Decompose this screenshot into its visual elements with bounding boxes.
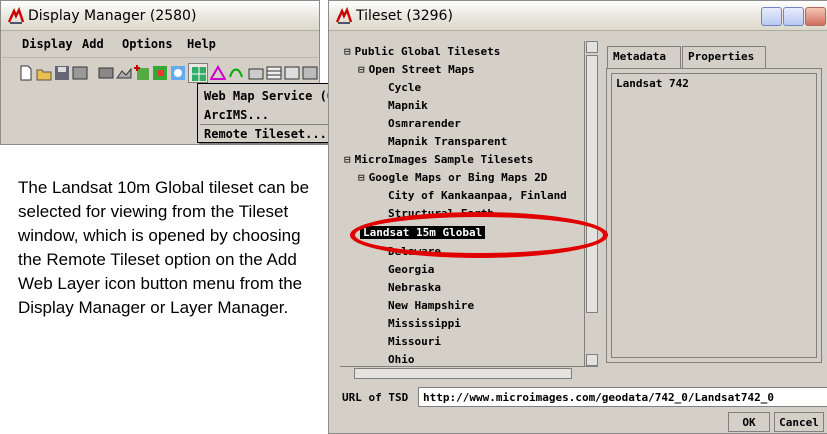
tileset-titlebar[interactable]: Tileset (3296) bbox=[329, 1, 827, 31]
save-icon[interactable] bbox=[54, 65, 70, 81]
add-table-icon[interactable] bbox=[266, 65, 282, 81]
cancel-button[interactable]: Cancel bbox=[774, 412, 824, 432]
collapse-icon[interactable]: ⊟ bbox=[358, 171, 365, 184]
tree-node-mapnik-transparent[interactable]: Mapnik Transparent bbox=[388, 135, 507, 148]
tree-horizontal-scrollbar[interactable] bbox=[340, 366, 598, 380]
tree-node-new-hampshire[interactable]: New Hampshire bbox=[388, 299, 474, 312]
tab-properties[interactable]: Properties bbox=[682, 46, 766, 68]
tree-node-osmrarender[interactable]: Osmrarender bbox=[388, 117, 461, 130]
tree-vertical-scrollbar[interactable] bbox=[584, 41, 598, 368]
add-vector-icon[interactable] bbox=[210, 65, 226, 81]
menu-help[interactable]: Help bbox=[187, 37, 216, 51]
more-tools-icon[interactable] bbox=[302, 65, 318, 81]
add-text-icon[interactable] bbox=[248, 65, 264, 81]
add-raster-icon[interactable] bbox=[134, 65, 150, 81]
menu-display[interactable]: Display bbox=[22, 37, 73, 51]
3d-view-icon[interactable] bbox=[116, 65, 132, 81]
menu-bar: Display Add Options Help bbox=[2, 32, 318, 58]
tree-node-missouri[interactable]: Missouri bbox=[388, 335, 441, 348]
url-label: URL of TSD bbox=[342, 391, 409, 404]
tree-node-open-street-maps[interactable]: ⊟ Open Street Maps bbox=[358, 63, 475, 76]
window-title: Tileset (3296) bbox=[356, 8, 453, 24]
collapse-icon[interactable]: ⊟ bbox=[358, 63, 365, 76]
add-web-layer-button-pressed[interactable] bbox=[188, 63, 208, 83]
tree-node-nebraska[interactable]: Nebraska bbox=[388, 281, 441, 294]
maximize-button[interactable] bbox=[783, 7, 804, 26]
metadata-field[interactable]: Landsat 742 bbox=[611, 73, 817, 358]
add-web-layer-icon[interactable] bbox=[170, 65, 186, 81]
add-legend-icon[interactable] bbox=[284, 65, 300, 81]
tree-node-mississippi[interactable]: Mississippi bbox=[388, 317, 461, 330]
scroll-thumb[interactable] bbox=[586, 55, 598, 313]
close-button[interactable] bbox=[805, 7, 826, 26]
description-text: The Landsat 10m Global tileset can be se… bbox=[18, 178, 310, 317]
minimize-button[interactable] bbox=[761, 7, 782, 26]
menu-item-remote-tileset[interactable]: Remote Tileset... bbox=[204, 127, 327, 141]
tree-node-microimages-sample-tilesets[interactable]: ⊟ MicroImages Sample Tilesets bbox=[344, 153, 533, 166]
tree-node-google-maps-or-bing-maps-2d[interactable]: ⊟ Google Maps or Bing Maps 2D bbox=[358, 171, 547, 184]
microimages-logo-icon bbox=[7, 7, 25, 24]
menu-add[interactable]: Add bbox=[82, 37, 104, 51]
menu-item-arcims[interactable]: ArcIMS... bbox=[204, 108, 269, 122]
ok-button[interactable]: OK bbox=[728, 412, 770, 432]
url-input[interactable]: http://www.microimages.com/geodata/742_0… bbox=[418, 387, 827, 407]
scroll-up-arrow-icon[interactable] bbox=[586, 41, 598, 53]
open-folder-icon[interactable] bbox=[36, 65, 52, 81]
metadata-value: Landsat 742 bbox=[616, 77, 689, 90]
group-icon[interactable] bbox=[98, 65, 114, 81]
highlight-ellipse bbox=[350, 212, 608, 258]
metadata-panel: Landsat 742 bbox=[606, 68, 822, 363]
display-manager-window: Display Manager (2580) Display Add Optio… bbox=[0, 0, 377, 145]
add-shape-icon[interactable] bbox=[228, 65, 244, 81]
tree-node-georgia[interactable]: Georgia bbox=[388, 263, 434, 276]
scroll-thumb[interactable] bbox=[354, 368, 572, 379]
scroll-down-arrow-icon[interactable] bbox=[586, 354, 598, 366]
tree-node-ohio[interactable]: Ohio bbox=[388, 353, 415, 366]
tree-node-city-of-kankaanpaa[interactable]: City of Kankaanpaa, Finland bbox=[388, 189, 567, 202]
tab-metadata[interactable]: Metadata bbox=[607, 46, 681, 69]
microimages-logo-icon bbox=[335, 7, 353, 24]
menu-options[interactable]: Options bbox=[122, 37, 173, 51]
tree-node-mapnik[interactable]: Mapnik bbox=[388, 99, 428, 112]
tree-node-public-global-tilesets[interactable]: ⊟ Public Global Tilesets bbox=[344, 45, 500, 58]
new-file-icon[interactable] bbox=[18, 65, 34, 81]
collapse-icon[interactable]: ⊟ bbox=[344, 153, 351, 166]
add-image-icon[interactable] bbox=[152, 65, 168, 81]
window-title: Display Manager (2580) bbox=[28, 8, 197, 24]
tree-node-cycle[interactable]: Cycle bbox=[388, 81, 421, 94]
globe-tiles-icon bbox=[192, 67, 206, 81]
display-manager-titlebar[interactable]: Display Manager (2580) bbox=[1, 1, 319, 31]
layout-icon[interactable] bbox=[72, 65, 88, 81]
collapse-icon[interactable]: ⊟ bbox=[344, 45, 351, 58]
